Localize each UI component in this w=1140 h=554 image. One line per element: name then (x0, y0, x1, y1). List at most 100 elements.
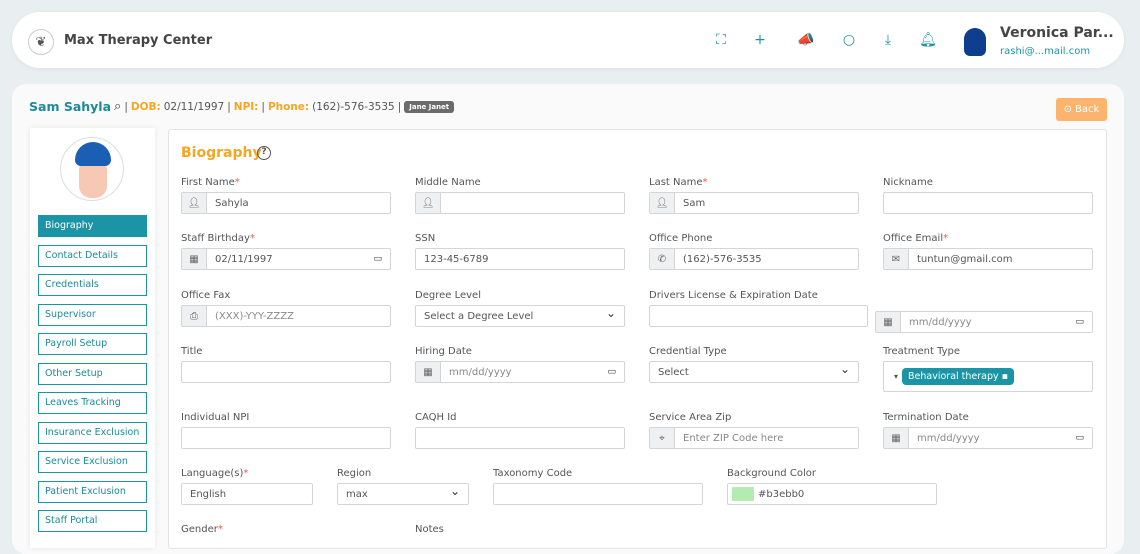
region-value: max (346, 488, 368, 500)
gender-label-text: Gender (181, 524, 218, 535)
user-avatar[interactable] (964, 28, 986, 56)
calendar-picker-icon[interactable]: ▭ (1075, 317, 1092, 327)
separator: | (124, 100, 128, 113)
bgcolor-input[interactable]: #b3ebb0 (727, 483, 937, 505)
office-fax-input[interactable]: ⎙ (XXX)-YYY-ZZZZ (181, 305, 391, 327)
sidebar-item-other-setup[interactable]: Other Setup (38, 362, 147, 385)
middle-name-input[interactable]: 👤︎ (415, 192, 625, 214)
separator: | (227, 100, 231, 113)
office-email-input[interactable]: ✉ tuntun@gmail.com (883, 248, 1093, 270)
patient-badge: Jane Janet (404, 100, 455, 113)
staff-avatar (60, 137, 124, 201)
npi-label: NPI: (233, 100, 259, 113)
office-phone-value: (162)-576-3535 (683, 253, 762, 265)
ssn-label: SSN (415, 233, 435, 244)
sidebar-item-leaves-tracking[interactable]: Leaves Tracking (38, 392, 147, 414)
calendar-icon: ▦ (884, 428, 909, 448)
app-logo-icon: ❦ (28, 29, 54, 55)
required-mark: * (702, 177, 708, 188)
birthday-value: 02/11/1997 (215, 253, 273, 265)
credential-type-select[interactable]: Select ⌄ (649, 361, 859, 383)
taxonomy-label: Taxonomy Code (493, 468, 572, 479)
title-input[interactable] (181, 361, 391, 383)
language-input[interactable]: English (181, 483, 313, 505)
back-button[interactable]: ⊙ Back (1056, 98, 1107, 121)
plus-icon[interactable]: + (751, 32, 769, 48)
required-mark: * (217, 524, 223, 535)
credential-type-label-text: Credential Type (649, 346, 727, 357)
color-swatch[interactable] (732, 487, 754, 501)
bell-icon[interactable]: 🔔︎ (919, 32, 937, 48)
last-name-input[interactable]: 👤︎ Sam (649, 192, 859, 214)
sidebar-item-insurance-exclusion[interactable]: Insurance Exclusion (38, 421, 147, 444)
language-label: Language(s)* (181, 468, 248, 479)
chat-icon[interactable]: ○ (840, 32, 858, 48)
region-select[interactable]: max ⌄ (337, 483, 469, 505)
sidebar-item-payroll-setup[interactable]: Payroll Setup (38, 333, 147, 355)
nickname-label-text: Nickname (883, 177, 933, 188)
ssn-label-text: SSN (415, 233, 436, 244)
sidebar-item-contact-details[interactable]: Contact Details (38, 244, 147, 267)
treatment-type-input[interactable]: ▾ Behavioral therapy ▪ (883, 361, 1093, 392)
megaphone-icon[interactable]: 📣 (797, 32, 815, 48)
caqh-input[interactable] (415, 427, 625, 449)
sidebar-item-service-exclusion[interactable]: Service Exclusion (38, 451, 147, 473)
office-phone-label: Office Phone (649, 233, 712, 244)
sidebar-item-supervisor[interactable]: Supervisor (38, 303, 147, 326)
office-fax-value: (XXX)-YYY-ZZZZ (215, 310, 294, 322)
caqh-label-text: CAQH Id (415, 412, 457, 423)
search-icon[interactable]: ⌕ (114, 99, 121, 114)
license-input[interactable] (649, 305, 868, 327)
middle-name-label-text: Middle Name (415, 177, 481, 188)
user-name[interactable]: Veronica Par... (1000, 25, 1114, 41)
degree-select[interactable]: Select a Degree Level ⌄ (415, 305, 625, 327)
dob-label: DOB: (130, 100, 161, 113)
npi-input[interactable] (181, 427, 391, 449)
treatment-tag-label: Behavioral therapy (908, 371, 999, 382)
hiring-input[interactable]: ▦ mm/dd/yyyy ▭ (415, 361, 625, 383)
dropdown-caret-icon: ▾ (894, 372, 899, 381)
fullscreen-icon[interactable]: ⛶ (712, 32, 730, 48)
chevron-down-icon: ⌄ (839, 362, 850, 376)
sidebar-item-biography[interactable]: Biography (38, 215, 147, 237)
calendar-picker-icon[interactable]: ▭ (607, 367, 624, 377)
zip-input[interactable]: ⌖ Enter ZIP Code here (649, 427, 859, 449)
nickname-label: Nickname (883, 177, 933, 188)
office-email-value: tuntun@gmail.com (917, 253, 1013, 265)
office-phone-label-text: Office Phone (649, 233, 713, 244)
section-title: Biography (181, 145, 262, 161)
birthday-label: Staff Birthday* (181, 233, 255, 244)
credential-type-label: Credential Type (649, 346, 727, 357)
required-mark: * (234, 177, 240, 188)
back-icon: ⊙ (1063, 104, 1073, 115)
bgcolor-value: #b3ebb0 (758, 488, 805, 500)
treatment-tag[interactable]: Behavioral therapy ▪ (902, 368, 1015, 385)
taxonomy-input[interactable] (493, 483, 703, 505)
phone-label: Phone: (267, 100, 310, 113)
termination-input[interactable]: ▦ mm/dd/yyyy ▭ (883, 427, 1093, 449)
termination-label-text: Termination Date (883, 412, 969, 423)
first-name-input[interactable]: 👤︎ Sahyla (181, 192, 391, 214)
download-icon[interactable]: ⤓ (879, 32, 897, 48)
sidebar-item-credentials[interactable]: Credentials (38, 274, 147, 296)
calendar-picker-icon[interactable]: ▭ (373, 254, 390, 264)
sidebar-item-staff-portal[interactable]: Staff Portal (38, 510, 147, 532)
sidebar-item-patient-exclusion[interactable]: Patient Exclusion (38, 480, 147, 503)
calendar-picker-icon[interactable]: ▭ (1075, 433, 1092, 443)
caqh-label: CAQH Id (415, 412, 457, 423)
office-phone-input[interactable]: ✆ (162)-576-3535 (649, 248, 859, 270)
nickname-input[interactable] (883, 192, 1093, 214)
help-icon[interactable]: ? (257, 146, 271, 160)
remove-tag-icon[interactable]: ▪ (999, 371, 1008, 382)
patient-name[interactable]: Sam Sahyla (29, 99, 111, 114)
license-expiration-input[interactable]: ▦ mm/dd/yyyy ▭ (875, 311, 1093, 333)
birthday-input[interactable]: ▦ 02/11/1997 ▭ (181, 248, 391, 270)
zip-label-text: Service Area Zip (649, 412, 732, 423)
ssn-input[interactable]: 123-45-6789 (415, 248, 625, 270)
bgcolor-label: Background Color (727, 468, 816, 479)
language-value: English (190, 488, 227, 500)
separator: | (261, 100, 265, 113)
zip-value: Enter ZIP Code here (683, 432, 784, 444)
region-label: Region (337, 468, 371, 479)
notes-label: Notes (415, 524, 444, 535)
